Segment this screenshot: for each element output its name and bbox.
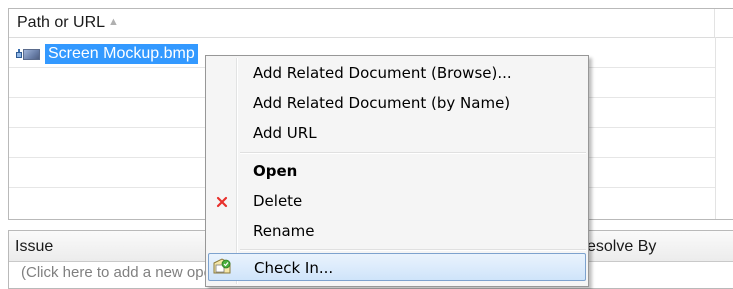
menu-item-label: Add URL [253,124,317,142]
delete-x-icon [216,196,228,208]
menu-item-label: Add Related Document (Browse)... [253,64,512,82]
menu-item-label: Add Related Document (by Name) [253,94,511,112]
document-row[interactable]: Screen Mockup.bmp [15,43,198,65]
bitmap-thumbnail-icon [23,49,40,60]
document-name[interactable]: Screen Mockup.bmp [45,44,198,64]
path-or-url-header-label: Path or URL [17,14,106,31]
sort-ascending-icon: ▲ [108,16,119,28]
menu-separator [240,152,586,154]
path-or-url-column-header[interactable]: Path or URL ▲ [9,9,715,37]
menu-item-add-related-document-browse[interactable]: Add Related Document (Browse)... [208,59,586,87]
resolve-by-column-header[interactable]: esolve By [587,238,656,256]
menu-item-rename[interactable]: Rename [208,217,586,245]
image-file-icon [15,47,41,61]
issue-column-header[interactable]: Issue [15,238,53,256]
menu-item-add-url[interactable]: Add URL [208,119,586,147]
menu-item-label: Rename [253,222,315,240]
menu-item-add-related-document-by-name[interactable]: Add Related Document (by Name) [208,89,586,117]
menu-item-open[interactable]: Open [208,157,586,185]
pin-icon [16,49,22,58]
context-menu: Add Related Document (Browse)... Add Rel… [205,55,589,287]
menu-item-label: Delete [253,192,303,210]
menu-item-label: Open [253,162,298,180]
menu-item-label: Check In... [254,259,334,277]
documents-grid-header: Path or URL ▲ [9,9,733,38]
menu-item-check-in[interactable]: Check In... [208,253,586,281]
menu-item-delete[interactable]: Delete [208,187,586,215]
app-window: Path or URL ▲ Screen Mockup.bmp Issue es… [0,0,733,289]
column-divider [715,37,716,219]
menu-separator [240,249,586,251]
check-in-icon [213,258,231,274]
